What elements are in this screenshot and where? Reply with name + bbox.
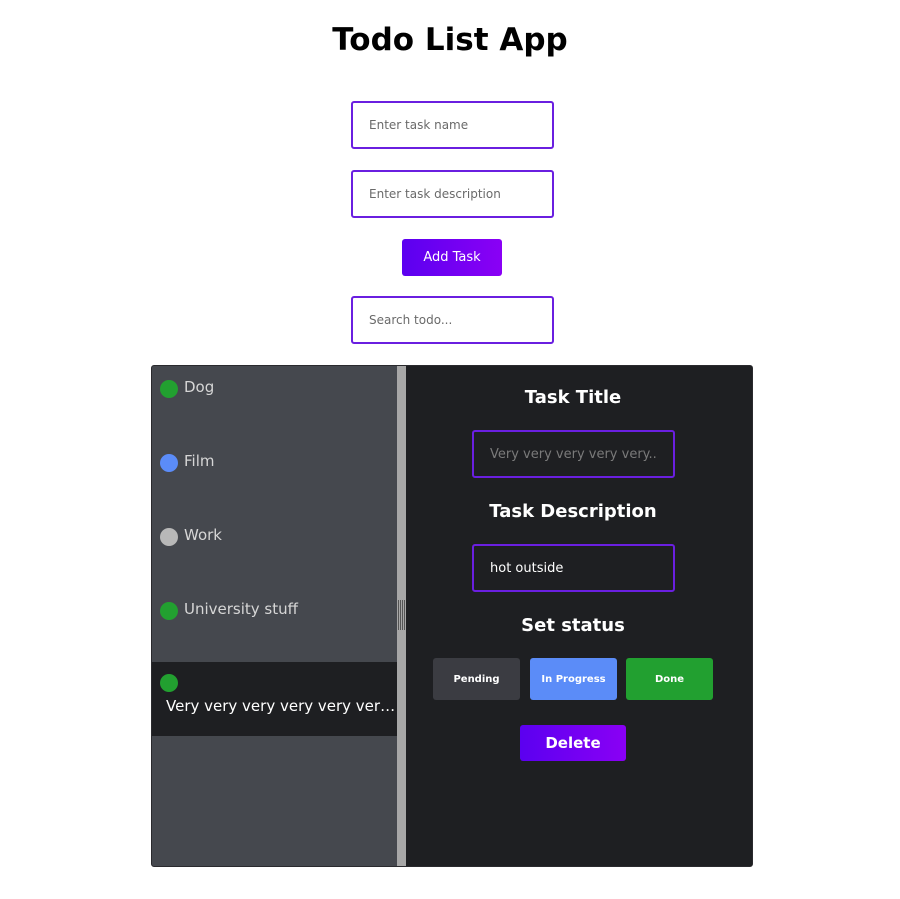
todo-item[interactable]: Very very very very very very very...: [152, 662, 397, 736]
todo-list: Dog Film Work University stuff Very very…: [152, 366, 397, 866]
status-done-button[interactable]: Done: [626, 658, 713, 700]
task-name-input[interactable]: [351, 101, 554, 149]
todo-panel: Dog Film Work University stuff Very very…: [151, 365, 753, 867]
todo-item[interactable]: Film: [152, 440, 397, 514]
set-status-heading: Set status: [521, 615, 625, 636]
todo-item-label: Film: [184, 452, 215, 470]
status-pending-button[interactable]: Pending: [433, 658, 520, 700]
task-description-input[interactable]: [351, 170, 554, 218]
todo-item[interactable]: University stuff: [152, 588, 397, 662]
delete-button[interactable]: Delete: [520, 725, 626, 761]
todo-item-label: Work: [184, 526, 222, 544]
todo-item[interactable]: Dog: [152, 366, 397, 440]
status-dot-icon: [160, 380, 178, 398]
todo-item-label: Dog: [184, 378, 215, 396]
status-dot-icon: [160, 674, 178, 692]
add-task-button[interactable]: Add Task: [402, 239, 502, 276]
search-input[interactable]: [351, 296, 554, 344]
status-dot-icon: [160, 454, 178, 472]
grip-icon: [398, 600, 405, 630]
pane-resize-handle[interactable]: [397, 366, 406, 866]
todo-item-label: University stuff: [184, 600, 298, 618]
status-in-progress-button[interactable]: In Progress: [530, 658, 617, 700]
task-description-field[interactable]: [472, 544, 675, 592]
status-dot-icon: [160, 528, 178, 546]
task-title-input[interactable]: [472, 430, 675, 478]
app-title: Todo List App: [332, 22, 568, 58]
status-dot-icon: [160, 602, 178, 620]
task-detail-pane: Task Title Task Description Set status P…: [406, 366, 752, 866]
todo-item-label: Very very very very very very very...: [166, 697, 396, 715]
task-title-heading: Task Title: [524, 387, 622, 408]
task-description-heading: Task Description: [489, 501, 657, 522]
todo-item[interactable]: Work: [152, 514, 397, 588]
